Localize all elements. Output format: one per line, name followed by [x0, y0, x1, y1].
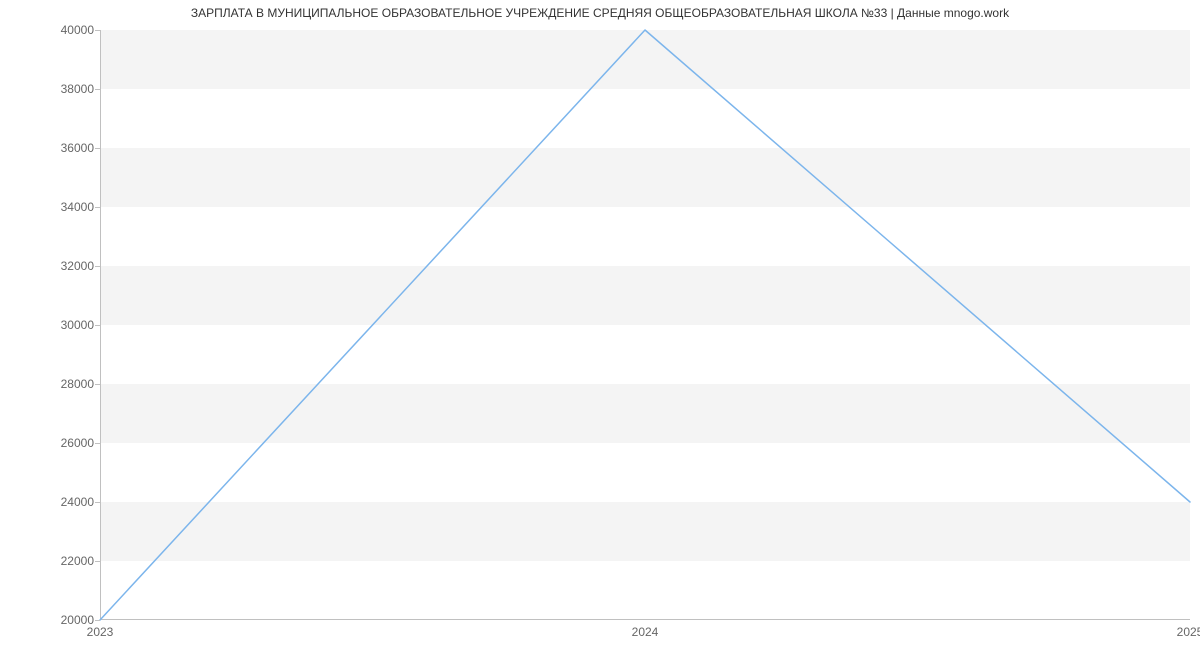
y-tick-label: 28000 [4, 377, 94, 391]
y-tick-mark [95, 384, 100, 385]
y-tick-label: 38000 [4, 82, 94, 96]
plot-area [100, 30, 1190, 620]
y-tick-mark [95, 325, 100, 326]
x-tick-label: 2025 [1177, 625, 1200, 639]
y-tick-label: 32000 [4, 259, 94, 273]
y-tick-label: 20000 [4, 613, 94, 627]
line-series [100, 30, 1190, 620]
y-tick-mark [95, 148, 100, 149]
y-tick-mark [95, 89, 100, 90]
y-tick-label: 26000 [4, 436, 94, 450]
y-tick-label: 22000 [4, 554, 94, 568]
y-tick-label: 24000 [4, 495, 94, 509]
y-tick-mark [95, 443, 100, 444]
x-tick-label: 2023 [87, 625, 114, 639]
y-tick-mark [95, 561, 100, 562]
y-tick-mark [95, 207, 100, 208]
y-tick-mark [95, 30, 100, 31]
y-tick-label: 34000 [4, 200, 94, 214]
y-tick-label: 36000 [4, 141, 94, 155]
y-tick-mark [95, 502, 100, 503]
x-tick-label: 2024 [632, 625, 659, 639]
y-tick-label: 30000 [4, 318, 94, 332]
chart-title: ЗАРПЛАТА В МУНИЦИПАЛЬНОЕ ОБРАЗОВАТЕЛЬНОЕ… [0, 6, 1200, 20]
salary-chart: ЗАРПЛАТА В МУНИЦИПАЛЬНОЕ ОБРАЗОВАТЕЛЬНОЕ… [0, 0, 1200, 650]
y-tick-mark [95, 620, 100, 621]
y-tick-label: 40000 [4, 23, 94, 37]
y-tick-mark [95, 266, 100, 267]
